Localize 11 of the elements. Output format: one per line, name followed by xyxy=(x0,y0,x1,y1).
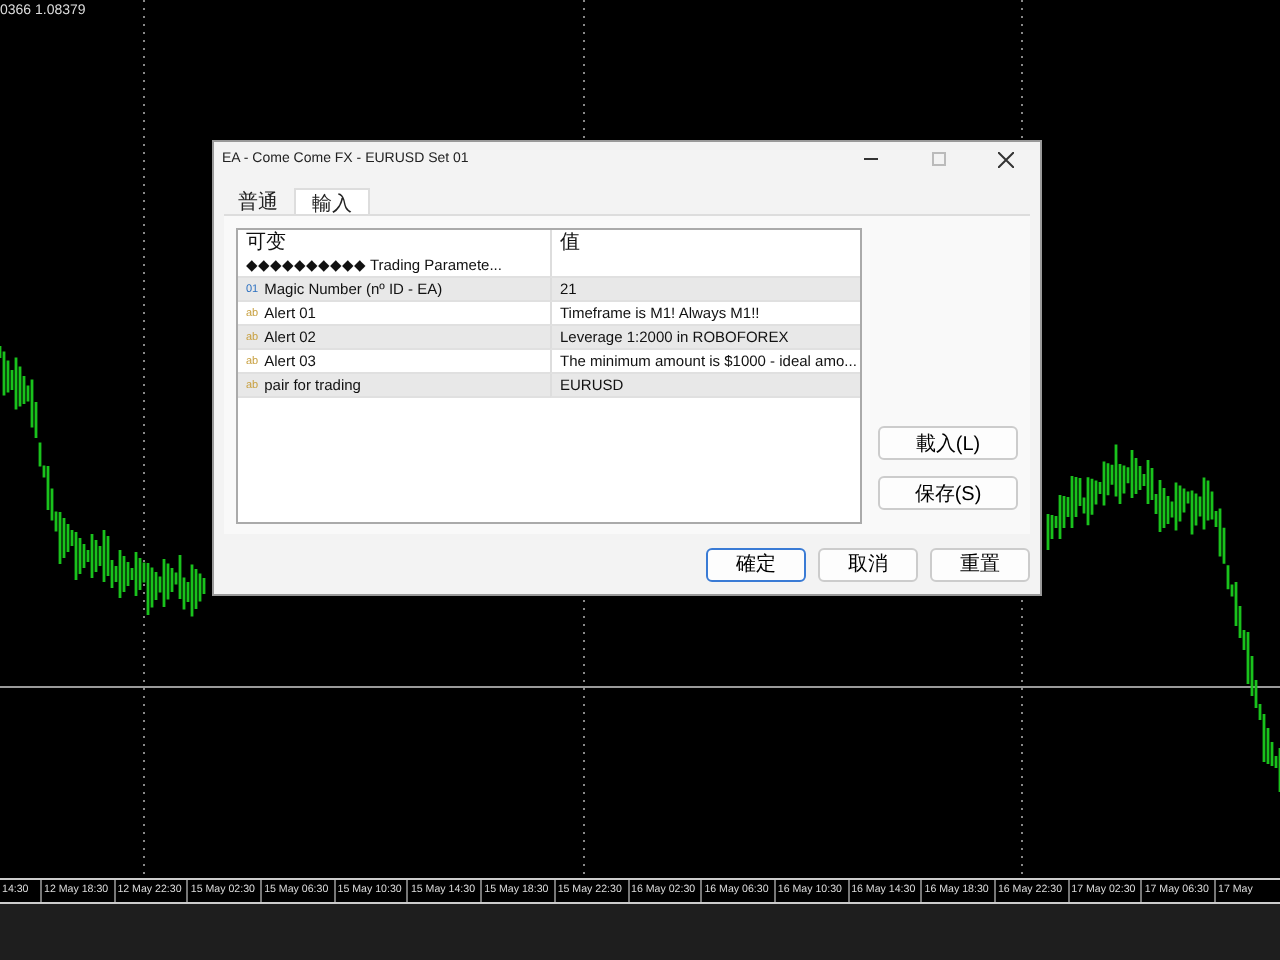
minimize-icon[interactable] xyxy=(863,158,877,160)
dialog-button[interactable]: 確定 xyxy=(706,547,806,581)
side-button[interactable]: 保存(S) xyxy=(878,476,1018,510)
column-header: 可变 xyxy=(244,230,288,254)
side-button[interactable]: 載入(L) xyxy=(878,426,1018,460)
tab[interactable]: 輸入 xyxy=(294,188,370,214)
column-header: 值 xyxy=(550,230,860,254)
close-icon[interactable] xyxy=(998,151,1014,167)
dialog-button[interactable]: 取消 xyxy=(818,547,918,581)
dialog-button[interactable]: 重置 xyxy=(930,547,1030,581)
tab[interactable]: 普通 xyxy=(222,188,294,214)
